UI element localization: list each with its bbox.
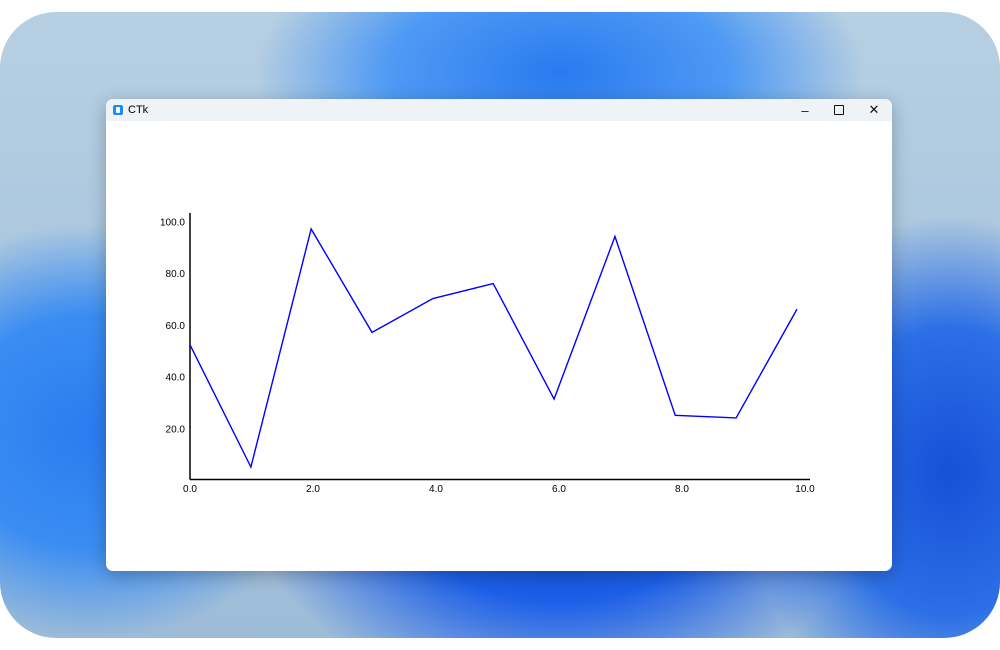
x-tick-label: 2.0 xyxy=(306,484,320,495)
y-tick-label: 100.0 xyxy=(160,218,185,229)
x-tick-label: 6.0 xyxy=(552,484,566,495)
y-tick-label: 80.0 xyxy=(166,269,186,280)
series-line xyxy=(189,227,798,470)
y-tick-label: 60.0 xyxy=(166,321,186,332)
line-chart: 0.0 2.0 4.0 6.0 8.0 10.0 20.0 40.0 60.0 80.0 100.0 xyxy=(160,213,815,495)
x-tick-label: 8.0 xyxy=(675,484,689,495)
y-tick-label: 40.0 xyxy=(166,373,186,384)
x-tick-label: 10.0 xyxy=(795,484,815,495)
app-window: CTk – ✕ 0.0 2.0 4.0 6.0 8.0 10.0 20.0 40.0 60.0 8… xyxy=(106,99,892,571)
x-tick-label: 4.0 xyxy=(429,484,443,495)
y-tick-label: 20.0 xyxy=(166,424,186,435)
x-tick-label: 0.0 xyxy=(183,484,197,495)
